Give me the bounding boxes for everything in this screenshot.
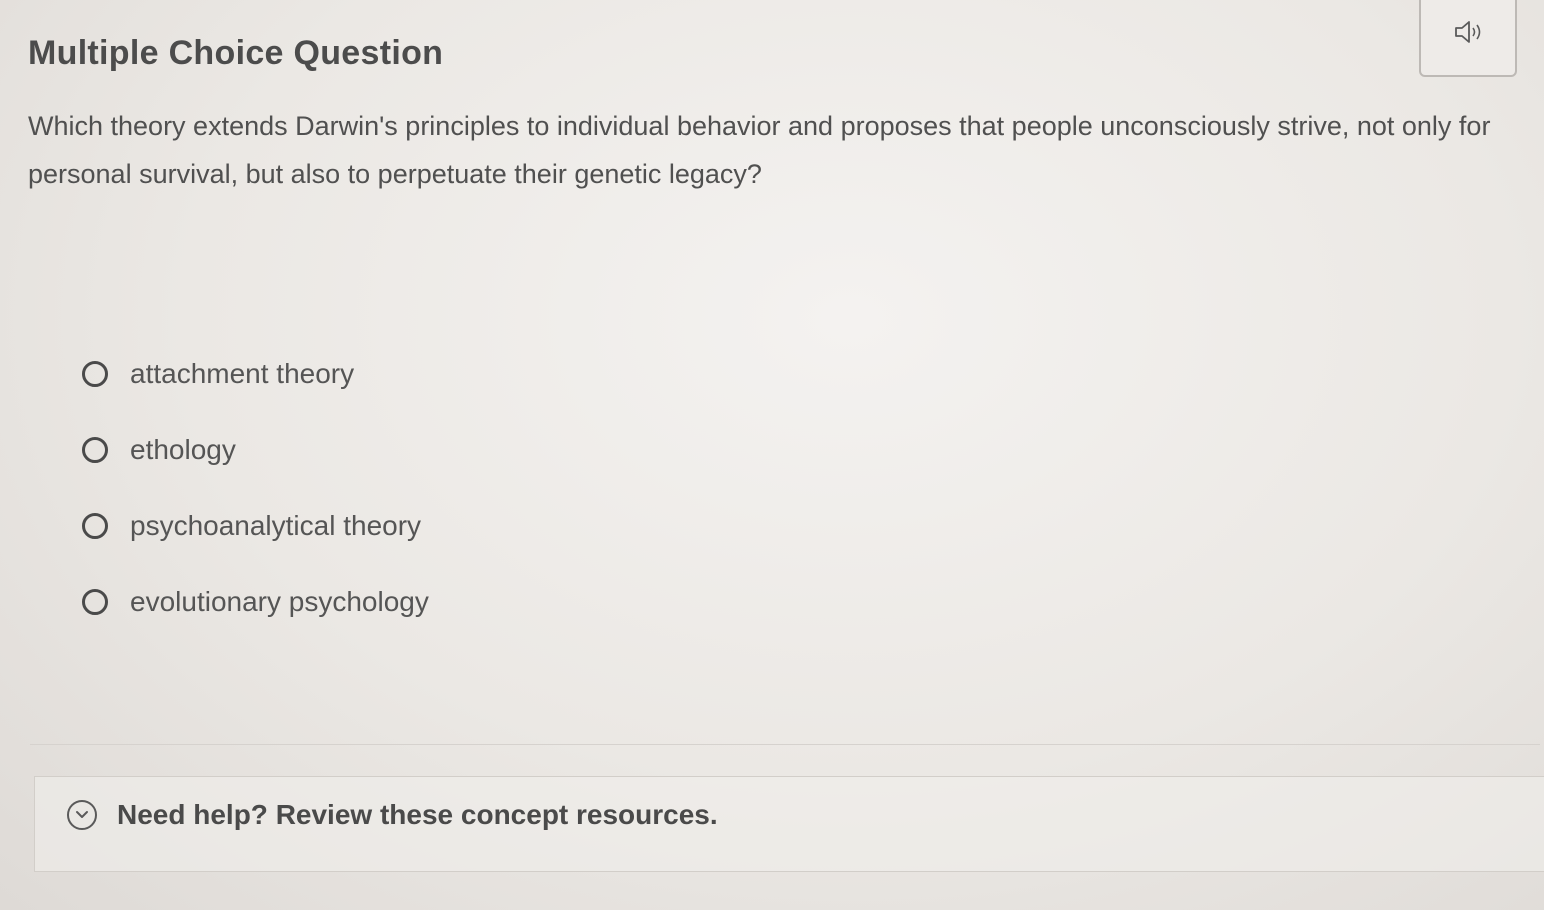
speaker-icon [1455,21,1481,43]
answer-option-attachment-theory[interactable]: attachment theory [82,350,429,398]
radio-button[interactable] [82,361,108,387]
radio-button[interactable] [82,513,108,539]
concept-resources-label: Need help? Review these concept resource… [117,799,718,830]
page: Multiple Choice Question Which theory ex… [0,0,1544,910]
question-type-title: Multiple Choice Question [28,34,444,72]
answer-option-label: evolutionary psychology [130,586,429,617]
concept-resources-toggle[interactable]: Need help? Review these concept resource… [67,799,718,831]
section-divider [30,744,1540,745]
question-prompt: Which theory extends Darwin's principles… [28,111,1491,189]
answer-option-label: ethology [130,434,236,465]
concept-resources-panel: Need help? Review these concept resource… [34,776,1544,872]
answer-option-ethology[interactable]: ethology [82,426,429,474]
answer-option-evolutionary-psychology[interactable]: evolutionary psychology [82,578,429,626]
radio-button[interactable] [82,437,108,463]
answer-option-psychoanalytical-theory[interactable]: psychoanalytical theory [82,502,429,550]
read-aloud-button[interactable] [1419,0,1517,77]
answer-option-label: attachment theory [130,358,355,389]
answer-options: attachment theory ethology psychoanalyti… [82,350,429,654]
chevron-down-icon [67,800,97,830]
radio-button[interactable] [82,589,108,615]
answer-option-label: psychoanalytical theory [130,510,422,541]
